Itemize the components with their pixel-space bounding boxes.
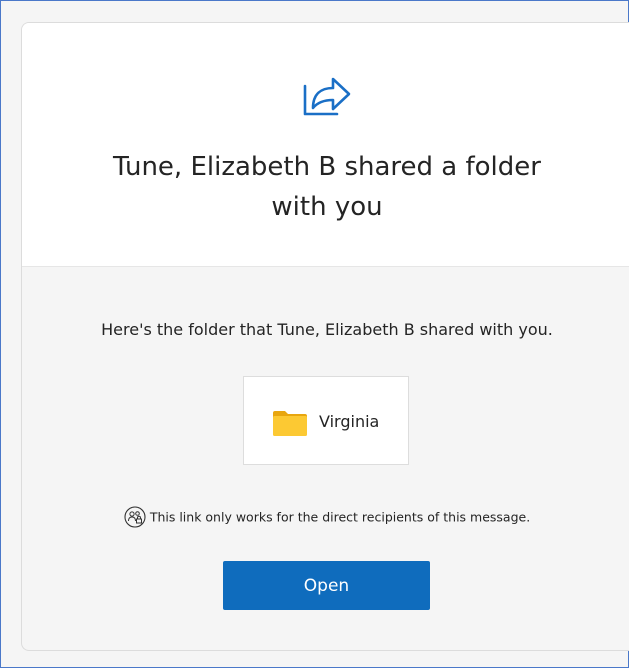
notice-text: This link only works for the direct reci… (149, 509, 531, 525)
title-line-2: with you (271, 192, 383, 222)
open-button[interactable]: Open (223, 561, 430, 610)
folder-tile[interactable]: Virginia (243, 376, 409, 465)
share-arrow-icon (303, 77, 351, 116)
card-header: Tune, Elizabeth B shared a folder with y… (22, 23, 629, 267)
folder-name: Virginia (319, 412, 380, 431)
title-line-1: Tune, Elizabeth B shared a folder (113, 152, 541, 182)
people-lock-icon (124, 506, 146, 528)
email-frame: Tune, Elizabeth B shared a folder with y… (0, 0, 629, 668)
recipients-notice: This link only works for the direct reci… (22, 506, 629, 528)
folder-icon (273, 411, 307, 436)
page-title: Tune, Elizabeth B shared a folder with y… (22, 147, 629, 227)
share-card: Tune, Elizabeth B shared a folder with y… (21, 22, 629, 651)
share-message: Here's the folder that Tune, Elizabeth B… (101, 320, 553, 339)
